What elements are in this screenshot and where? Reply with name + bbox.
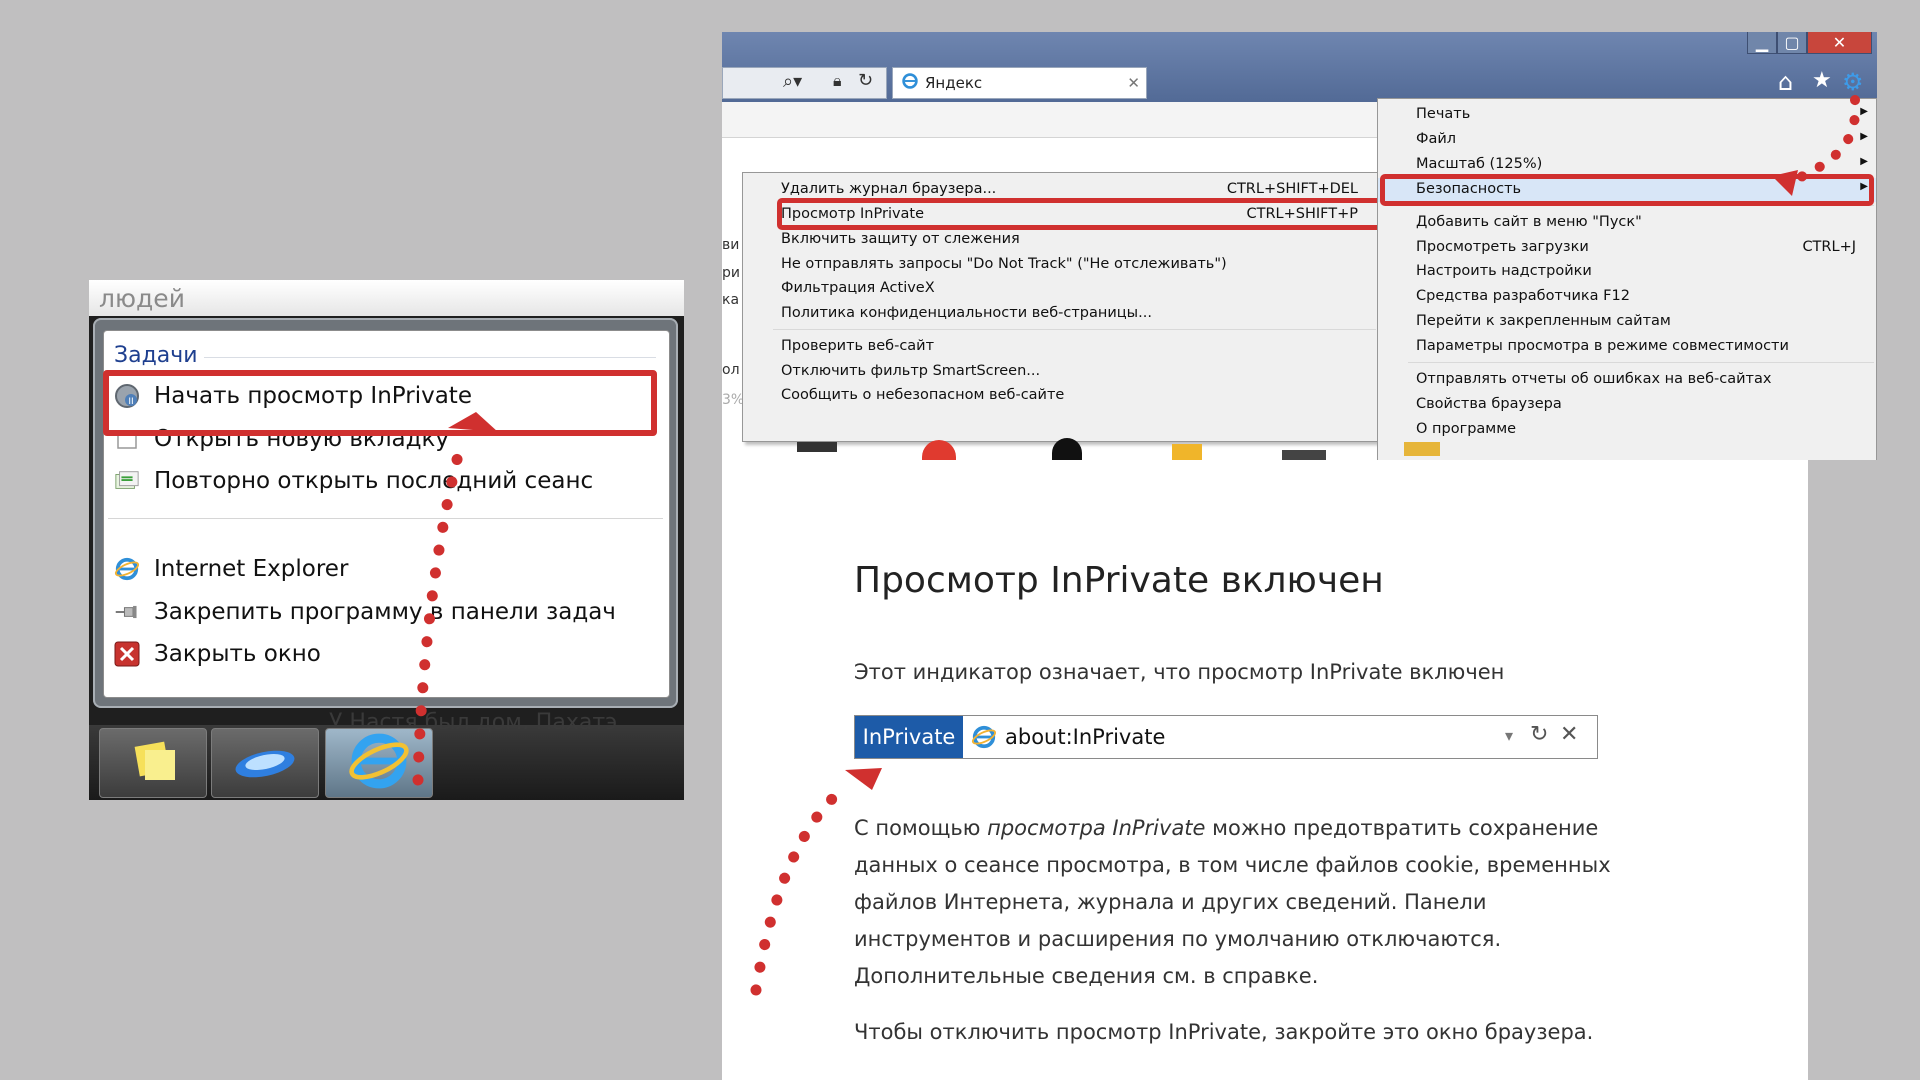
annotation-arrows <box>412 95 1861 996</box>
arrow-page-to-indicator <box>750 779 854 996</box>
arrow-head <box>1772 170 1798 196</box>
arrow-taskbar-to-jumplist <box>412 434 468 786</box>
arrow-head <box>845 768 882 790</box>
arrow-gear-to-safety <box>1785 95 1861 187</box>
arrow-head <box>448 412 498 432</box>
